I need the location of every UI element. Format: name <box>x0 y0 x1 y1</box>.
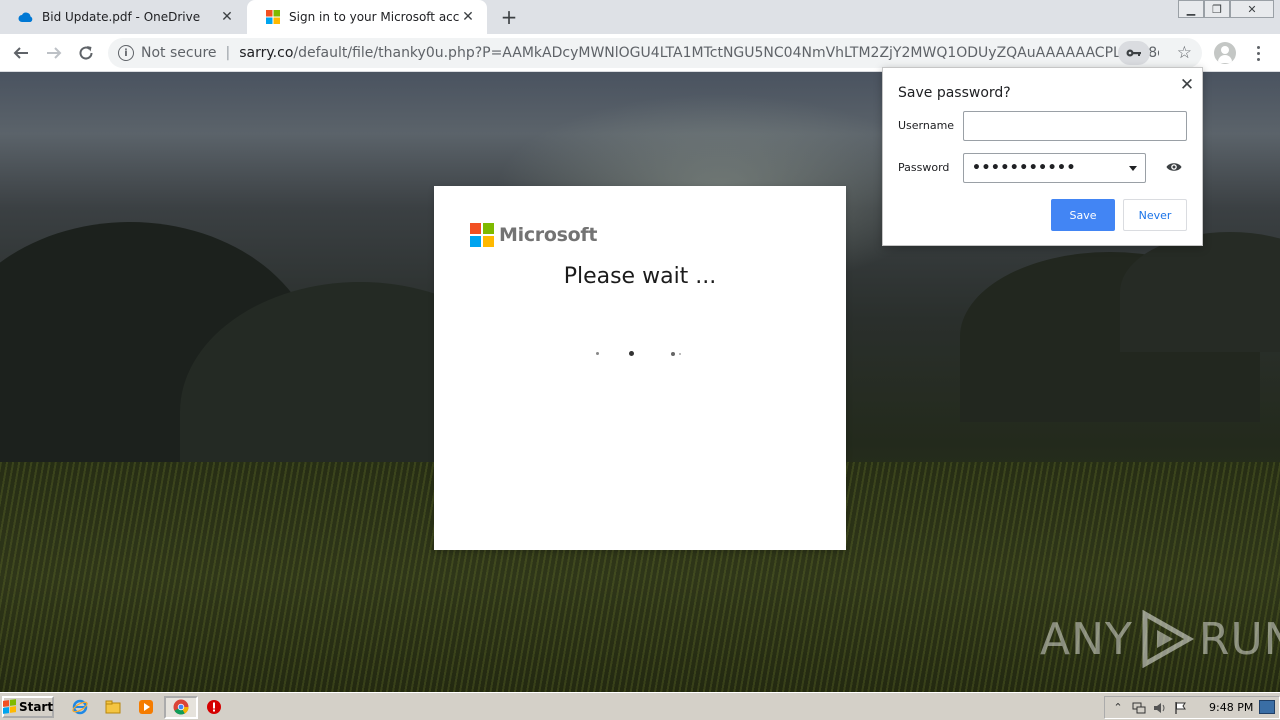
chrome-icon[interactable] <box>172 698 190 716</box>
reload-icon[interactable] <box>74 41 98 65</box>
watermark-right-text: RUN <box>1198 613 1280 665</box>
bookmark-star-icon[interactable]: ☆ <box>1177 43 1192 63</box>
tab-onedrive[interactable]: Bid Update.pdf - OneDrive ✕ <box>0 0 246 34</box>
restore-icon[interactable]: ❐ <box>1204 0 1230 18</box>
play-triangle-icon <box>1142 610 1194 668</box>
volume-icon[interactable] <box>1152 700 1168 716</box>
save-password-title: Save password? <box>898 85 1011 101</box>
profile-avatar-icon[interactable] <box>1214 42 1236 64</box>
signin-card: Microsoft Please wait ... <box>434 186 846 550</box>
media-player-icon[interactable] <box>137 698 155 716</box>
password-masked-value: ••••••••••• <box>972 160 1076 176</box>
taskbar: Start ⌃ 9:48 PM <box>0 692 1280 720</box>
watermark-left-text: ANY <box>1040 613 1133 665</box>
microsoft-wordmark: Microsoft <box>499 224 598 246</box>
kebab-menu-icon[interactable] <box>1248 43 1268 63</box>
info-icon[interactable]: i <box>118 45 134 61</box>
start-label: Start <box>18 700 54 714</box>
eye-icon[interactable] <box>1166 161 1182 173</box>
tab-microsoft-signin[interactable]: Sign in to your Microsoft account ✕ <box>247 0 487 34</box>
save-password-bubble: Save password? ✕ Username Password •••••… <box>882 67 1203 246</box>
url-separator: | <box>225 45 231 61</box>
flag-icon[interactable] <box>1173 700 1189 716</box>
please-wait-heading: Please wait ... <box>563 264 717 289</box>
microsoft-logo-icon <box>265 9 281 25</box>
windows-flag-icon <box>2 699 16 715</box>
key-icon[interactable] <box>1118 41 1150 65</box>
new-tab-plus-icon[interactable]: + <box>498 5 520 29</box>
window-controls: ▁ ❐ ✕ <box>1178 0 1274 18</box>
address-bar[interactable]: i Not secure | sarry.co/default/file/tha… <box>108 38 1202 68</box>
show-desktop-icon[interactable] <box>1259 700 1275 714</box>
close-icon[interactable]: ✕ <box>1177 75 1197 95</box>
tab-close-icon[interactable]: ✕ <box>459 8 477 26</box>
microsoft-logo: Microsoft <box>470 223 597 247</box>
url-text: sarry.co/default/file/thanky0u.php?P=AAM… <box>239 45 1159 61</box>
clock: 9:48 PM <box>1209 701 1254 714</box>
tab-strip: Bid Update.pdf - OneDrive ✕ Sign in to y… <box>0 0 1280 34</box>
tab-title: Sign in to your Microsoft account <box>289 10 459 24</box>
loading-dot <box>596 352 599 355</box>
loading-dot <box>629 351 634 356</box>
forward-arrow-icon[interactable] <box>42 41 66 65</box>
username-input[interactable] <box>963 111 1187 141</box>
background-hill <box>1120 232 1280 352</box>
loading-dot <box>679 353 681 355</box>
network-icon[interactable] <box>1131 700 1147 716</box>
save-button[interactable]: Save <box>1051 199 1115 231</box>
never-button[interactable]: Never <box>1123 199 1187 231</box>
close-window-icon[interactable]: ✕ <box>1230 0 1274 18</box>
back-arrow-icon[interactable] <box>9 41 33 65</box>
security-label: Not secure <box>141 45 217 61</box>
tab-title: Bid Update.pdf - OneDrive <box>42 10 201 24</box>
anyrun-watermark: ANY RUN <box>1040 610 1280 668</box>
start-button[interactable]: Start <box>2 696 54 718</box>
minimize-icon[interactable]: ▁ <box>1178 0 1204 18</box>
stop-sign-icon[interactable] <box>205 698 223 716</box>
loading-dot <box>671 352 675 356</box>
chevron-up-icon[interactable]: ⌃ <box>1110 700 1126 716</box>
microsoft-squares-icon <box>470 223 494 247</box>
internet-explorer-icon[interactable] <box>71 698 89 716</box>
file-explorer-icon[interactable] <box>104 698 122 716</box>
tab-close-icon[interactable]: ✕ <box>218 8 236 26</box>
password-select[interactable]: ••••••••••• <box>963 153 1146 183</box>
password-label: Password <box>898 161 950 174</box>
system-tray: ⌃ 9:48 PM <box>1104 696 1280 719</box>
chevron-down-icon <box>1129 165 1137 171</box>
onedrive-cloud-icon <box>18 9 34 25</box>
username-label: Username <box>898 119 955 132</box>
